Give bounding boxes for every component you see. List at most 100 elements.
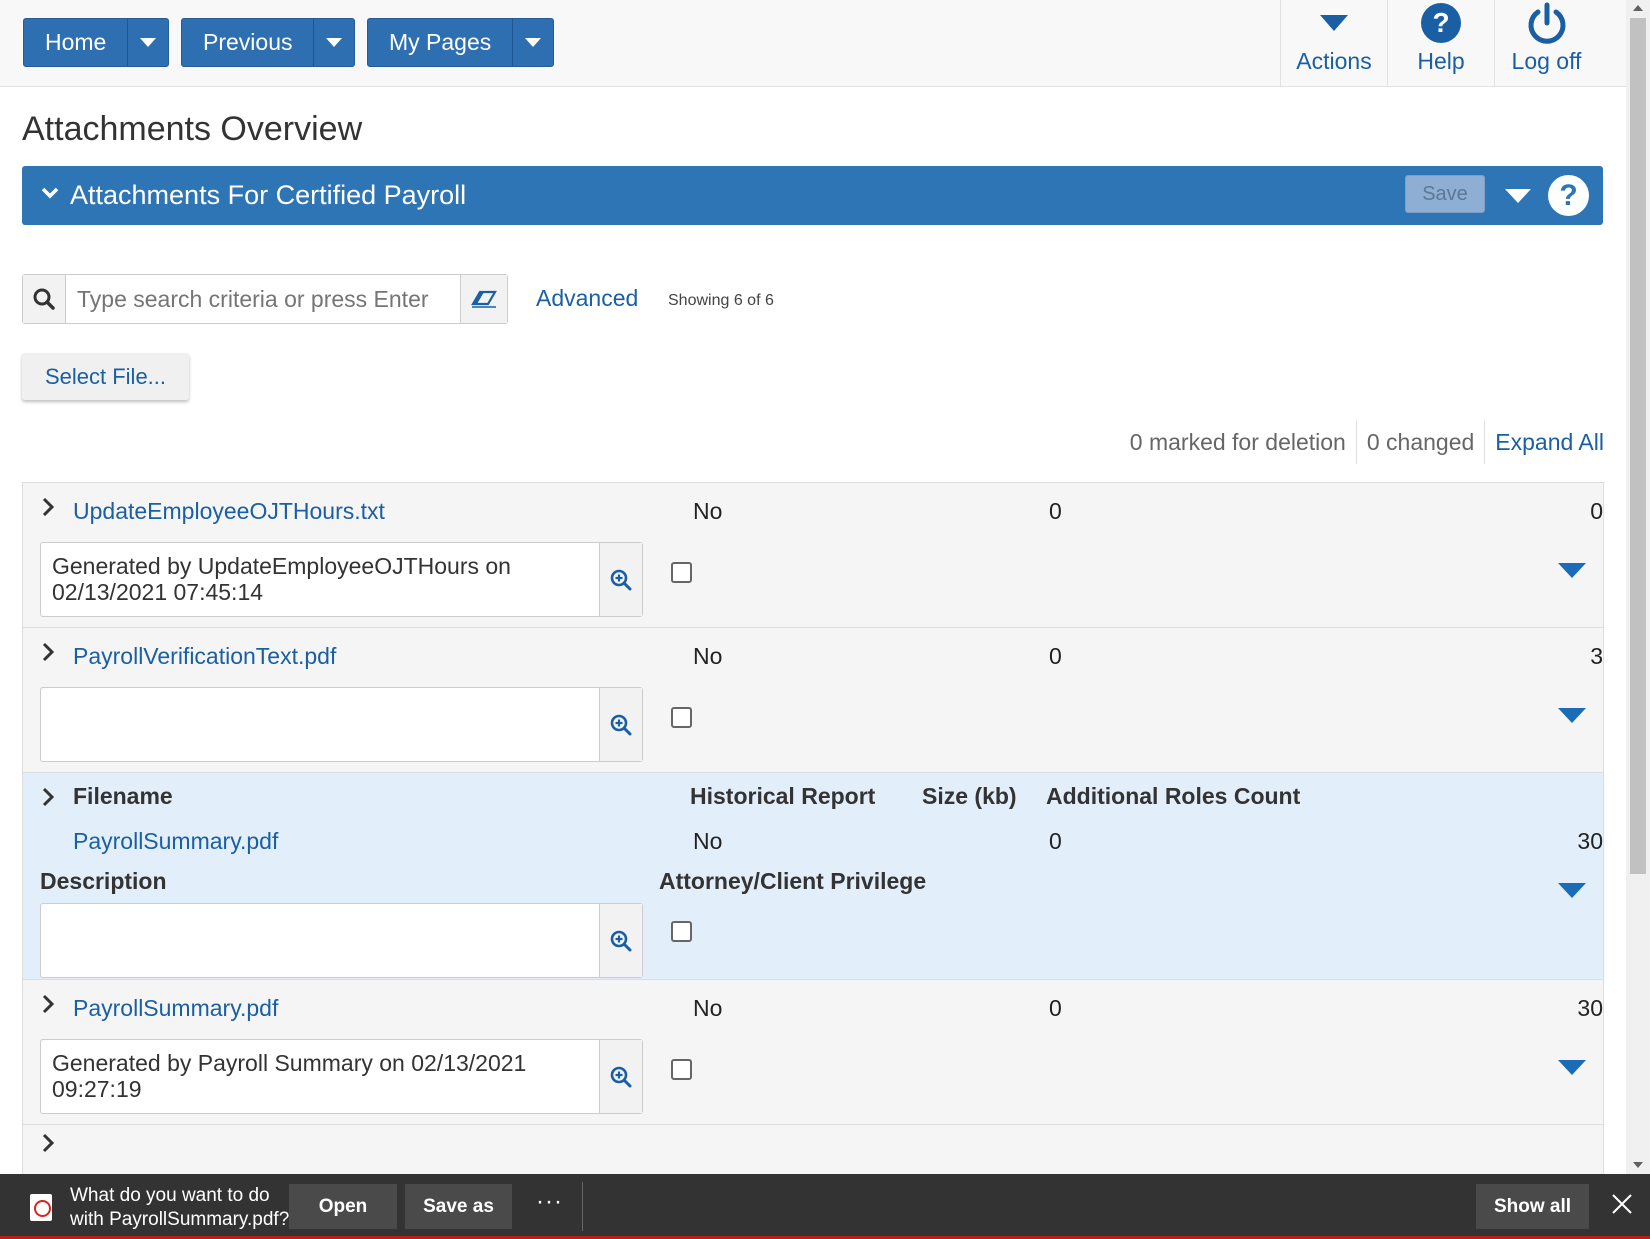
row-menu-caret-icon[interactable] xyxy=(1558,563,1586,578)
save-button[interactable]: Save xyxy=(1405,175,1485,213)
filename-link[interactable]: UpdateEmployeeOJTHours.txt xyxy=(73,498,385,525)
privilege-checkbox[interactable] xyxy=(671,562,692,583)
search-input[interactable] xyxy=(66,275,460,323)
row-menu-caret-icon[interactable] xyxy=(1558,1060,1586,1075)
size-value: 30 xyxy=(1577,995,1603,1021)
additional-roles-header: Additional Roles Count xyxy=(1046,783,1301,809)
save-as-button[interactable]: Save as xyxy=(405,1184,512,1229)
advanced-search-link[interactable]: Advanced xyxy=(536,285,638,312)
download-prompt-line1: What do you want to do xyxy=(70,1185,270,1206)
close-icon[interactable] xyxy=(1610,1192,1634,1216)
marked-for-deletion-count: 0 marked for deletion xyxy=(1129,428,1346,455)
privilege-header: Attorney/Client Privilege xyxy=(659,868,927,894)
result-count: Showing 6 of 6 xyxy=(668,292,774,309)
zoom-in-icon[interactable] xyxy=(599,688,642,761)
description-text[interactable]: Generated by UpdateEmployeeOJTHours on 0… xyxy=(52,553,572,605)
chevron-right-icon[interactable] xyxy=(41,994,55,1019)
table-row[interactable] xyxy=(23,1125,1603,1174)
change-summary: 0 marked for deletion 0 changed Expand A… xyxy=(1120,420,1604,464)
filename-link[interactable]: PayrollVerificationText.pdf xyxy=(73,643,336,670)
help-menu[interactable]: ? Help xyxy=(1387,0,1494,87)
description-field[interactable] xyxy=(40,903,643,978)
search-icon[interactable] xyxy=(23,275,66,323)
filename-link[interactable]: PayrollSummary.pdf xyxy=(73,828,278,855)
roles-count-value: 0 xyxy=(1049,643,1062,669)
log-off-label[interactable]: Log off xyxy=(1512,48,1582,75)
caret-down-icon xyxy=(525,38,542,47)
panel-help-icon[interactable]: ? xyxy=(1548,175,1589,216)
table-row-active[interactable]: Filename Historical Report Size (kb) Add… xyxy=(23,773,1603,980)
zoom-in-icon[interactable] xyxy=(599,543,642,616)
chevron-right-icon[interactable] xyxy=(41,642,55,667)
actions-menu[interactable]: Actions xyxy=(1280,0,1387,87)
pdf-file-icon xyxy=(30,1194,52,1221)
select-file-button[interactable]: Select File... xyxy=(22,353,189,400)
home-dropdown-toggle[interactable] xyxy=(128,19,168,66)
row-menu-caret-icon[interactable] xyxy=(1558,708,1586,723)
attachments-grid: UpdateEmployeeOJTHours.txt No 0 0 Genera… xyxy=(22,482,1604,1174)
privilege-checkbox[interactable] xyxy=(671,921,692,942)
privilege-checkbox[interactable] xyxy=(671,1059,692,1080)
previous-label[interactable]: Previous xyxy=(182,19,315,66)
help-label[interactable]: Help xyxy=(1417,48,1464,75)
home-label[interactable]: Home xyxy=(24,19,129,66)
top-nav-bar: Home Previous My Pages Actions ? Help Lo… xyxy=(0,0,1626,87)
description-field[interactable] xyxy=(40,687,643,762)
log-off-menu[interactable]: Log off xyxy=(1494,0,1598,87)
eraser-icon[interactable] xyxy=(460,275,507,323)
show-all-button[interactable]: Show all xyxy=(1476,1184,1589,1229)
chevron-right-icon[interactable] xyxy=(41,497,55,522)
size-value: 3 xyxy=(1590,643,1603,669)
row-menu-caret-icon[interactable] xyxy=(1558,883,1586,898)
svg-text:?: ? xyxy=(1432,7,1449,38)
chevron-right-icon[interactable] xyxy=(41,787,55,812)
vertical-scrollbar[interactable] xyxy=(1626,0,1650,1174)
more-options-icon[interactable]: ··· xyxy=(536,1188,563,1216)
size-value: 30 xyxy=(1577,828,1603,854)
chevron-right-icon[interactable] xyxy=(41,1133,55,1158)
description-field[interactable]: Generated by UpdateEmployeeOJTHours on 0… xyxy=(40,542,643,617)
download-bar: What do you want to do with PayrollSumma… xyxy=(0,1174,1650,1239)
description-field[interactable]: Generated by Payroll Summary on 02/13/20… xyxy=(40,1039,643,1114)
privilege-checkbox[interactable] xyxy=(671,707,692,728)
download-prompt: What do you want to do with PayrollSumma… xyxy=(70,1184,289,1232)
table-row[interactable]: PayrollVerificationText.pdf No 3 0 xyxy=(23,628,1603,773)
caret-down-icon xyxy=(1320,0,1348,46)
my-pages-dropdown-toggle[interactable] xyxy=(513,19,553,66)
changed-count: 0 changed xyxy=(1355,420,1484,464)
open-button[interactable]: Open xyxy=(289,1184,397,1229)
filename-link[interactable]: PayrollSummary.pdf xyxy=(73,995,278,1022)
historical-report-header: Historical Report xyxy=(690,783,876,809)
table-row[interactable]: UpdateEmployeeOJTHours.txt No 0 0 Genera… xyxy=(23,483,1603,628)
my-pages-label[interactable]: My Pages xyxy=(368,19,514,66)
actions-label[interactable]: Actions xyxy=(1296,48,1371,75)
roles-count-value: 0 xyxy=(1049,995,1062,1021)
caret-down-icon xyxy=(140,38,157,47)
page-title: Attachments Overview xyxy=(22,110,363,148)
attachments-panel-header[interactable]: Attachments For Certified Payroll Save ? xyxy=(22,166,1603,225)
table-row[interactable]: PayrollSummary.pdf No 30 0 Generated by … xyxy=(23,980,1603,1125)
size-value: 0 xyxy=(1590,498,1603,524)
panel-title: Attachments For Certified Payroll xyxy=(70,180,467,210)
roles-count-value: 0 xyxy=(1049,498,1062,524)
caret-down-icon xyxy=(326,38,343,47)
roles-count-value: 0 xyxy=(1049,828,1062,854)
scroll-down-icon[interactable] xyxy=(1633,1162,1643,1168)
panel-menu-caret-icon[interactable] xyxy=(1505,189,1531,203)
description-text[interactable]: Generated by Payroll Summary on 02/13/20… xyxy=(52,1050,572,1102)
description-header: Description xyxy=(40,868,167,894)
home-button[interactable]: Home xyxy=(23,18,170,67)
help-icon: ? xyxy=(1420,0,1462,46)
my-pages-button[interactable]: My Pages xyxy=(367,18,555,67)
previous-dropdown-toggle[interactable] xyxy=(314,19,354,66)
zoom-in-icon[interactable] xyxy=(599,904,642,977)
zoom-in-icon[interactable] xyxy=(599,1040,642,1113)
expand-all-link[interactable]: Expand All xyxy=(1484,420,1604,464)
previous-button[interactable]: Previous xyxy=(181,18,356,67)
size-header: Size (kb) xyxy=(922,783,1017,809)
search-bar xyxy=(22,274,508,324)
chevron-down-icon[interactable] xyxy=(40,186,60,205)
scroll-up-icon[interactable] xyxy=(1633,5,1643,11)
divider xyxy=(582,1182,583,1231)
scrollbar-thumb[interactable] xyxy=(1630,18,1646,874)
